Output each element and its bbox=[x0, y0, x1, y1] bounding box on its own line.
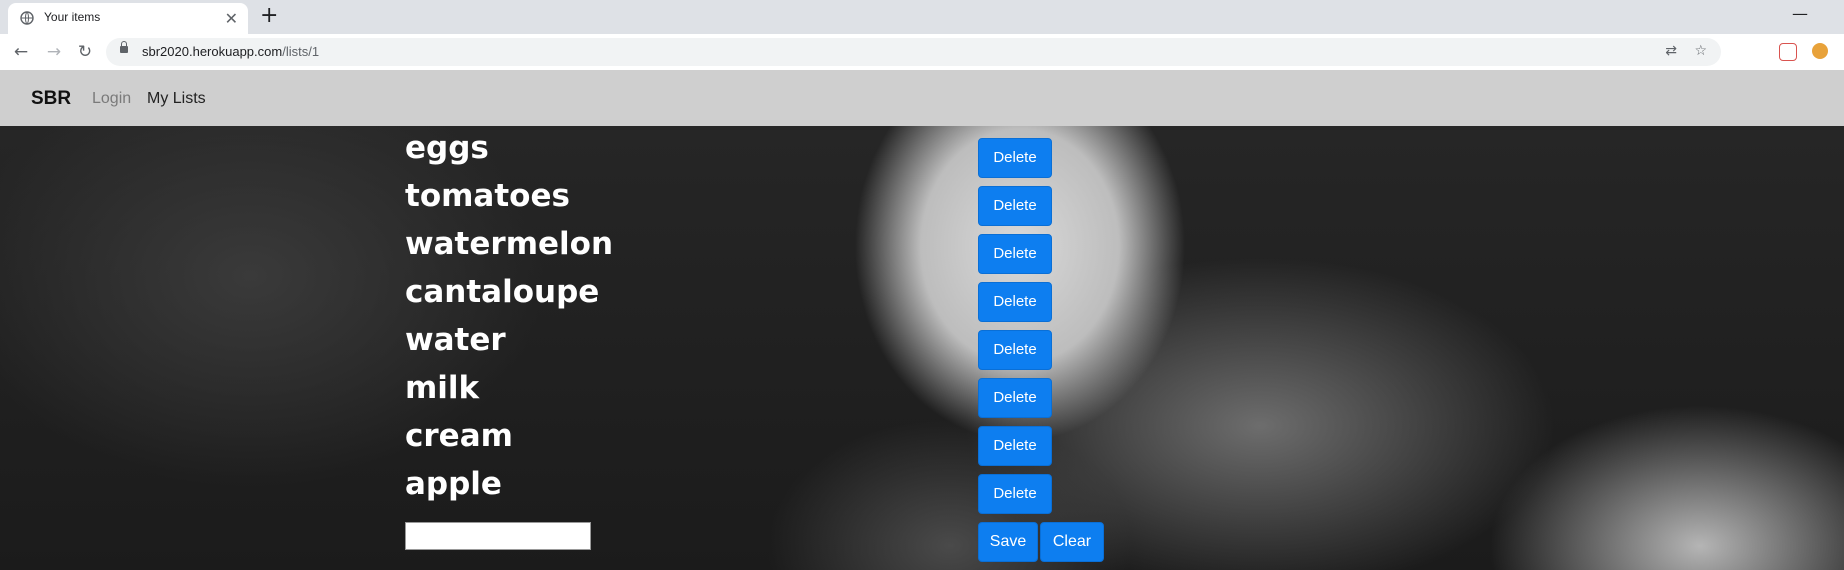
list-item: watermelon Delete bbox=[405, 222, 1105, 274]
delete-button[interactable]: Delete bbox=[978, 378, 1052, 418]
list-item: apple Delete bbox=[405, 462, 1105, 514]
delete-button[interactable]: Delete bbox=[978, 234, 1052, 274]
back-arrow-icon[interactable]: ← bbox=[9, 40, 33, 64]
url-path: /lists/1 bbox=[282, 44, 320, 59]
list-item: water Delete bbox=[405, 318, 1105, 370]
url-text: sbr2020.herokuapp.com/lists/1 bbox=[142, 44, 319, 59]
add-item-row: Save Clear bbox=[405, 510, 1105, 562]
item-list: eggs Delete tomatoes Delete watermelon D… bbox=[405, 126, 1105, 562]
tab-title: Your items bbox=[44, 10, 101, 24]
browser-tab[interactable]: Your items ✕ bbox=[8, 3, 248, 34]
delete-button[interactable]: Delete bbox=[978, 282, 1052, 322]
translate-icon[interactable]: ⇄ bbox=[1665, 43, 1677, 59]
delete-button[interactable]: Delete bbox=[978, 186, 1052, 226]
item-name: cream bbox=[405, 418, 513, 454]
list-item: milk Delete bbox=[405, 366, 1105, 418]
delete-button[interactable]: Delete bbox=[978, 138, 1052, 178]
delete-button[interactable]: Delete bbox=[978, 330, 1052, 370]
brand-logo[interactable]: SBR bbox=[31, 88, 71, 110]
new-item-input[interactable] bbox=[405, 522, 591, 550]
item-name: water bbox=[405, 322, 506, 358]
item-name: apple bbox=[405, 466, 502, 502]
extension-icon[interactable] bbox=[1779, 43, 1797, 61]
app-navbar: SBR Login My Lists bbox=[0, 70, 1844, 126]
browser-toolbar: ← → ↻ sbr2020.herokuapp.com/lists/1 ⇄ ☆ bbox=[0, 34, 1844, 71]
reload-icon[interactable]: ↻ bbox=[73, 40, 97, 64]
forward-arrow-icon[interactable]: → bbox=[42, 40, 66, 64]
list-item: cantaloupe Delete bbox=[405, 270, 1105, 322]
item-name: cantaloupe bbox=[405, 274, 600, 310]
close-tab-icon[interactable]: ✕ bbox=[225, 9, 238, 28]
globe-icon bbox=[20, 11, 34, 25]
star-icon[interactable]: ☆ bbox=[1694, 43, 1707, 59]
clear-button[interactable]: Clear bbox=[1040, 522, 1104, 562]
new-tab-icon[interactable]: + bbox=[260, 3, 278, 28]
list-item: eggs Delete bbox=[405, 126, 1105, 178]
save-button[interactable]: Save bbox=[978, 522, 1038, 562]
cookie-icon[interactable] bbox=[1812, 43, 1828, 59]
minimize-icon[interactable]: — bbox=[1792, 4, 1808, 23]
url-host: sbr2020.herokuapp.com bbox=[142, 44, 283, 59]
item-name: milk bbox=[405, 370, 480, 406]
item-name: watermelon bbox=[405, 226, 614, 262]
browser-tab-bar: Your items ✕ + — bbox=[0, 0, 1844, 34]
lock-icon bbox=[120, 41, 128, 53]
address-bar[interactable]: sbr2020.herokuapp.com/lists/1 ⇄ ☆ bbox=[106, 38, 1721, 66]
item-name: tomatoes bbox=[405, 178, 570, 214]
list-item: tomatoes Delete bbox=[405, 174, 1105, 226]
delete-button[interactable]: Delete bbox=[978, 474, 1052, 514]
nav-my-lists-link[interactable]: My Lists bbox=[147, 90, 206, 108]
nav-login-link[interactable]: Login bbox=[92, 90, 131, 108]
list-item: cream Delete bbox=[405, 414, 1105, 466]
item-name: eggs bbox=[405, 130, 489, 166]
delete-button[interactable]: Delete bbox=[978, 426, 1052, 466]
